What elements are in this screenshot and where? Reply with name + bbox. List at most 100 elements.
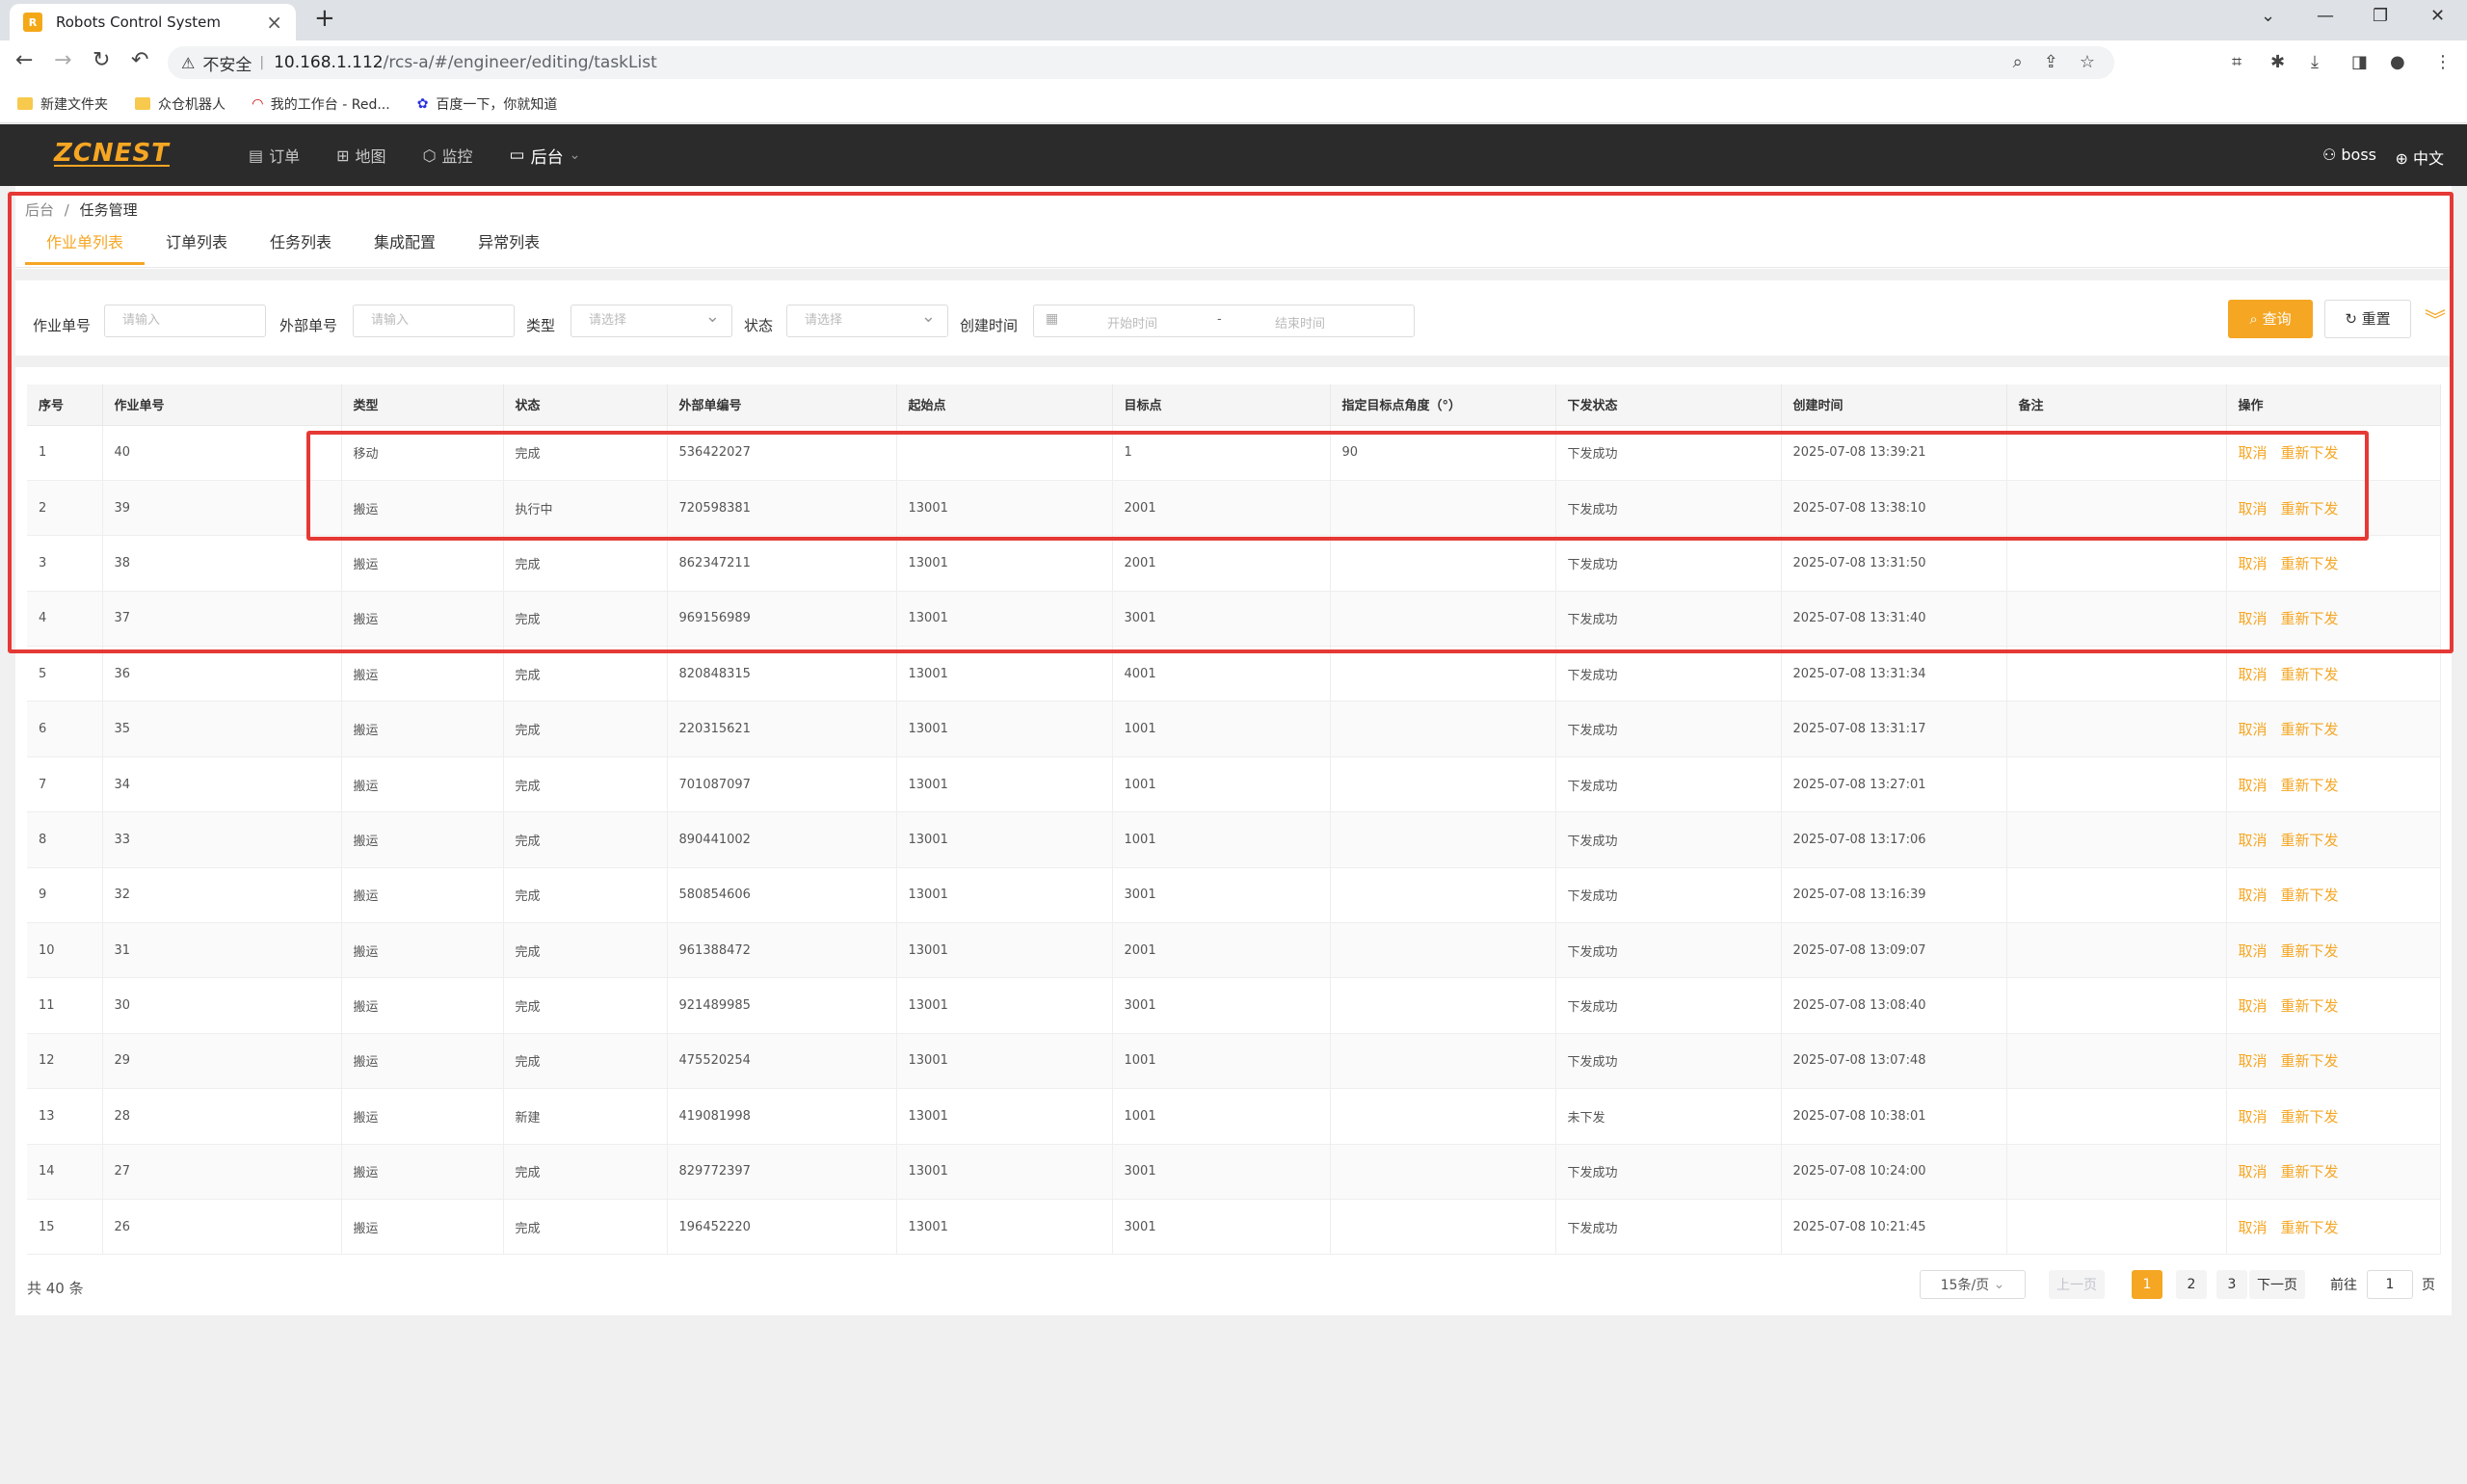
- table-row: 14 27 搬运 完成 829772397 13001 3001 下发成功 2025-07-08…: [27, 1144, 2441, 1200]
- page-3-button[interactable]: 3: [2216, 1270, 2247, 1299]
- table-cell: 下发成功: [1555, 1144, 1782, 1200]
- table-cell: 3001: [1112, 1144, 1331, 1200]
- zoom-icon[interactable]: ⌕: [2013, 52, 2023, 72]
- table-cell: 820848315: [667, 646, 897, 702]
- table-cell: 2025-07-08 10:24:00: [1781, 1144, 2007, 1200]
- robot-favicon-icon: R: [23, 13, 42, 32]
- resend-link[interactable]: 重新下发: [2281, 887, 2339, 904]
- table-cell: 921489985: [667, 977, 897, 1034]
- table-cell: [2006, 646, 2227, 702]
- resend-link[interactable]: 重新下发: [2281, 666, 2339, 683]
- nav-map[interactable]: ⊞ 地图: [336, 144, 385, 167]
- close-tab-icon[interactable]: ×: [266, 11, 282, 34]
- table-cell: 8: [27, 811, 103, 868]
- page-1-button[interactable]: 1: [2132, 1270, 2162, 1299]
- cancel-link[interactable]: 取消: [2239, 1163, 2268, 1180]
- table-cell: 15: [27, 1199, 103, 1256]
- reload-icon[interactable]: ↻: [93, 48, 110, 72]
- resend-link[interactable]: 重新下发: [2281, 777, 2339, 794]
- extensions-icon[interactable]: ✱: [2270, 52, 2285, 72]
- cancel-link[interactable]: 取消: [2239, 942, 2268, 960]
- nav-monitor[interactable]: ⬡ 监控: [423, 144, 473, 167]
- resend-link[interactable]: 重新下发: [2281, 1108, 2339, 1126]
- chevron-down-icon: ⌄: [569, 147, 581, 163]
- table-cell: 下发成功: [1555, 701, 1782, 757]
- bookmark-zhongcang[interactable]: 众仓机器人: [135, 94, 225, 114]
- share-icon[interactable]: ⇪: [2044, 52, 2058, 72]
- undo-icon[interactable]: ↶: [131, 48, 148, 72]
- cancel-link[interactable]: 取消: [2239, 1108, 2268, 1126]
- back-icon[interactable]: ←: [15, 48, 33, 72]
- table-cell: 13001: [896, 922, 1113, 979]
- new-tab-icon[interactable]: +: [314, 4, 335, 33]
- page-2-button[interactable]: 2: [2176, 1270, 2207, 1299]
- table-cell: 搬运: [341, 1033, 504, 1090]
- restore-icon[interactable]: ❐: [2373, 6, 2388, 26]
- bookmark-star-icon[interactable]: ☆: [2080, 52, 2095, 72]
- user-menu[interactable]: ⚇ boss: [2322, 146, 2376, 164]
- table-cell: 9: [27, 867, 103, 924]
- table-cell: [1330, 1144, 1556, 1200]
- download-icon[interactable]: ⤓: [2311, 52, 2319, 72]
- table-cell: [1330, 701, 1556, 757]
- forward-icon[interactable]: →: [54, 48, 71, 72]
- next-page-button[interactable]: 下一页: [2249, 1270, 2305, 1299]
- table-cell: 未下发: [1555, 1088, 1782, 1145]
- bookmark-baidu[interactable]: ✿ 百度一下，你就知道: [417, 94, 558, 114]
- table-cell: 完成: [503, 756, 668, 813]
- language-switch[interactable]: ⊕ 中文: [2395, 146, 2444, 169]
- table-cell: 2025-07-08 13:08:40: [1781, 977, 2007, 1034]
- table-cell: 下发成功: [1555, 756, 1782, 813]
- table-cell: [2006, 867, 2227, 924]
- page-size-select[interactable]: 15条/页 ⌄: [1920, 1270, 2026, 1299]
- table-cell: 2025-07-08 13:31:17: [1781, 701, 2007, 757]
- folder-icon: [135, 97, 150, 110]
- nav-order[interactable]: ▤ 订单: [249, 144, 300, 167]
- table-cell: 2025-07-08 13:17:06: [1781, 811, 2007, 868]
- crop-icon[interactable]: ⌗: [2232, 52, 2242, 72]
- table-cell: 475520254: [667, 1033, 897, 1090]
- table-cell: [1330, 646, 1556, 702]
- table-cell: 30: [102, 977, 342, 1034]
- resend-link[interactable]: 重新下发: [2281, 1052, 2339, 1070]
- cancel-link[interactable]: 取消: [2239, 1219, 2268, 1236]
- url-field[interactable]: ⚠ 不安全 | 10.168.1.112/rcs-a/#/engineer/ed…: [168, 46, 2114, 79]
- row-actions: 取消 重新下发: [2226, 811, 2441, 868]
- resend-link[interactable]: 重新下发: [2281, 832, 2339, 849]
- resend-link[interactable]: 重新下发: [2281, 1219, 2339, 1236]
- resend-link[interactable]: 重新下发: [2281, 721, 2339, 738]
- resend-link[interactable]: 重新下发: [2281, 1163, 2339, 1180]
- bookmark-redmine[interactable]: ◠ 我的工作台 - Red...: [252, 94, 390, 114]
- table-cell: 搬运: [341, 867, 504, 924]
- baidu-paw-icon: ✿: [416, 95, 429, 112]
- prev-page-button[interactable]: 上一页: [2049, 1270, 2105, 1299]
- nav-backend[interactable]: ▭ 后台 ⌄: [510, 144, 581, 168]
- cancel-link[interactable]: 取消: [2239, 777, 2268, 794]
- table-cell: [2006, 1033, 2227, 1090]
- resend-link[interactable]: 重新下发: [2281, 942, 2339, 960]
- cancel-link[interactable]: 取消: [2239, 832, 2268, 849]
- map-icon: ⊞: [336, 146, 350, 165]
- resend-link[interactable]: 重新下发: [2281, 997, 2339, 1015]
- profile-icon[interactable]: ●: [2390, 52, 2405, 72]
- sidepanel-icon[interactable]: ◨: [2351, 52, 2368, 72]
- tab-search-icon[interactable]: ⌄: [2261, 6, 2275, 26]
- close-window-icon[interactable]: ✕: [2430, 6, 2445, 26]
- table-row: 6 35 搬运 完成 220315621 13001 1001 下发成功 2025-07-08 …: [27, 701, 2441, 757]
- bookmark-folder[interactable]: 新建文件夹: [17, 94, 108, 114]
- cancel-link[interactable]: 取消: [2239, 721, 2268, 738]
- cancel-link[interactable]: 取消: [2239, 887, 2268, 904]
- table-cell: 完成: [503, 1144, 668, 1200]
- cancel-link[interactable]: 取消: [2239, 1052, 2268, 1070]
- cancel-link[interactable]: 取消: [2239, 666, 2268, 683]
- minimize-icon[interactable]: —: [2317, 6, 2334, 26]
- page-jump-input[interactable]: 1: [2367, 1270, 2413, 1299]
- table-cell: 829772397: [667, 1144, 897, 1200]
- cancel-link[interactable]: 取消: [2239, 997, 2268, 1015]
- table-cell: 1001: [1112, 701, 1331, 757]
- zcnest-logo[interactable]: ZCNEST: [54, 141, 170, 167]
- bookmarks-bar: 新建文件夹 众仓机器人 ◠ 我的工作台 - Red... ✿ 百度一下，你就知道: [0, 85, 2467, 123]
- more-menu-icon[interactable]: ⋮: [2434, 52, 2452, 72]
- user-icon: ⚇: [2321, 146, 2337, 164]
- browser-tab[interactable]: R Robots Control System ×: [10, 4, 296, 40]
